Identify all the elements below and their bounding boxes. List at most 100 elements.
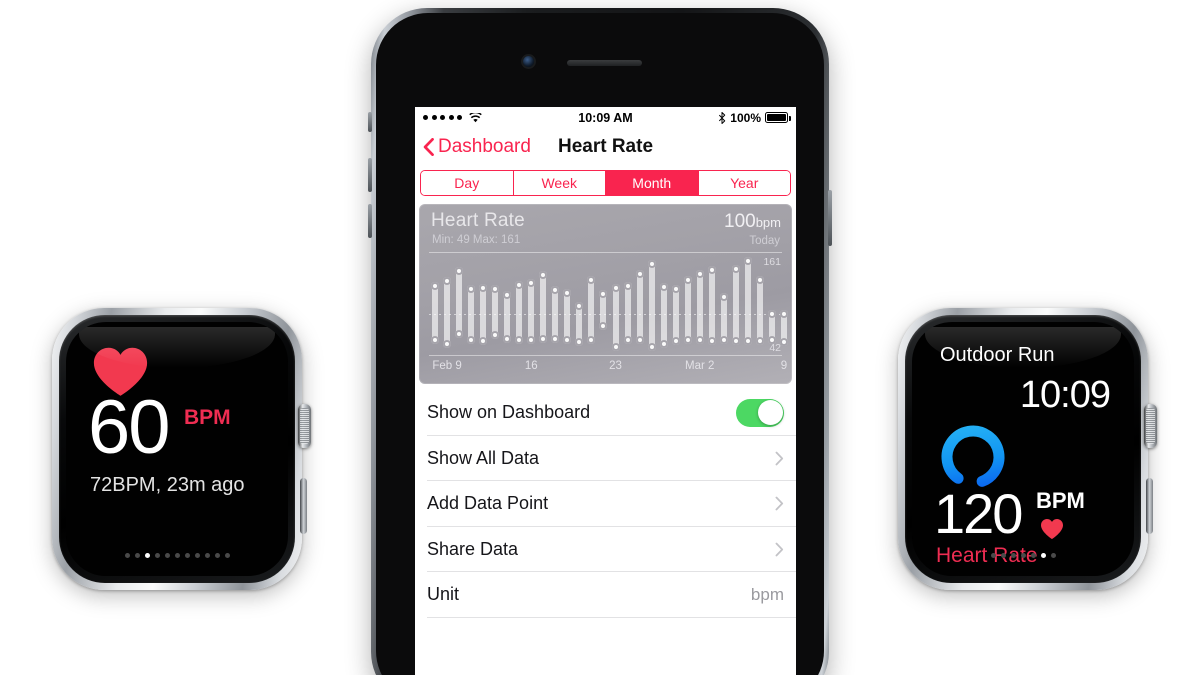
chart-bar	[695, 269, 704, 345]
list-item-label: Unit	[427, 584, 460, 605]
heart-rate-value-left: 60	[88, 385, 171, 470]
chart-bar	[551, 285, 560, 343]
page-dot	[224, 553, 230, 558]
chart-current-value: 100bpm	[724, 211, 781, 233]
list-item[interactable]: Show All Data	[415, 436, 796, 482]
page-dot	[134, 553, 140, 558]
chart-bar	[623, 281, 632, 345]
chart-bar-cap-top	[695, 269, 704, 278]
chart-bar-cap-bottom	[455, 329, 464, 338]
chart-bar	[599, 289, 608, 331]
chart-bar-cap-bottom	[491, 331, 500, 340]
list-item[interactable]: Add Data Point	[415, 481, 796, 527]
chart-x-tick-label: Feb 9	[432, 360, 462, 372]
chart-bar	[731, 264, 740, 346]
chart-bar	[635, 269, 644, 345]
chart-bar-cap-top	[623, 281, 632, 290]
chart-bar-cap-bottom	[767, 336, 776, 345]
list-item-label: Add Data Point	[427, 493, 549, 514]
side-button-left[interactable]	[300, 478, 307, 534]
chart-bar	[575, 301, 584, 346]
volume-up-button[interactable]	[368, 158, 372, 192]
iphone-device: 10:09 AM 100% Dashboard Heart Rate Day W…	[368, 8, 832, 675]
status-bar: 10:09 AM 100%	[415, 107, 796, 128]
chart-bar-cap-top	[743, 257, 752, 266]
chart-bar-cap-top	[479, 284, 488, 293]
watch-screen-right[interactable]: Outdoor Run 10:09 120 BPM Heart Rate	[912, 322, 1134, 576]
chart-bar-cap-bottom	[563, 336, 572, 345]
page-title: Heart Rate	[557, 136, 654, 157]
chart-bar-cap-top	[527, 279, 536, 288]
chart-bar-cap-top	[683, 275, 692, 284]
chart-bar-cap-bottom	[443, 339, 452, 348]
list-item[interactable]: Unit bpm	[415, 572, 796, 618]
list-item-label: Share Data	[427, 538, 519, 559]
chart-bar-cap-top	[467, 284, 476, 293]
heart-rate-value-right: 120	[934, 482, 1023, 545]
chart-bar	[563, 289, 572, 345]
chart-bar	[647, 259, 656, 351]
tab-day[interactable]: Day	[421, 171, 514, 195]
chart-title: Heart Rate	[431, 210, 525, 231]
page-dot	[1010, 553, 1016, 558]
chart-bar-cap-bottom	[659, 339, 668, 348]
mute-switch[interactable]	[368, 112, 372, 132]
chart-bar	[503, 290, 512, 343]
chart-bar-cap-bottom	[551, 334, 560, 343]
chart-bar-cap-top	[575, 301, 584, 310]
chart-bar-cap-top	[707, 265, 716, 274]
chart-bar-cap-top	[551, 285, 560, 294]
chart-bar-cap-top	[635, 269, 644, 278]
chart-bar-cap-bottom	[707, 337, 716, 346]
chart-bar-cap-bottom	[671, 337, 680, 346]
page-dot	[990, 553, 996, 558]
chart-bar-cap-top	[647, 259, 656, 268]
chart-bar-cap-bottom	[467, 336, 476, 345]
heart-icon	[1041, 519, 1063, 539]
digital-crown-left[interactable]	[298, 404, 311, 448]
chart-bar	[431, 281, 440, 344]
chart-bar-cap-bottom	[527, 335, 536, 344]
list-item-label: Show All Data	[427, 447, 540, 468]
chart-bar	[707, 265, 716, 346]
chart-bar	[515, 280, 524, 344]
chart-bar-cap-top	[539, 270, 548, 279]
settings-list: Show on Dashboard Show All Data Add Data P…	[415, 390, 796, 618]
chart-bar	[443, 277, 452, 348]
chart-bar	[671, 284, 680, 346]
front-camera-icon	[523, 56, 534, 67]
volume-down-button[interactable]	[368, 204, 372, 238]
battery-full-icon	[765, 112, 791, 123]
page-dot	[214, 553, 220, 558]
chart-bar	[479, 284, 488, 346]
list-item[interactable]: Share Data	[415, 527, 796, 573]
page-dot	[174, 553, 180, 558]
time-range-segmented-control[interactable]: Day Week Month Year	[420, 170, 791, 196]
digital-crown-right[interactable]	[1144, 404, 1157, 448]
chart-bar	[455, 267, 464, 338]
tab-year[interactable]: Year	[698, 171, 790, 195]
power-button[interactable]	[828, 190, 832, 246]
tab-month[interactable]: Month	[606, 171, 699, 195]
chart-bar-cap-top	[563, 289, 572, 298]
side-button-right[interactable]	[1146, 478, 1153, 534]
chart-bar	[779, 309, 788, 346]
chart-top-rule	[429, 252, 782, 253]
chart-bar-cap-top	[779, 309, 788, 318]
heart-rate-chart-card[interactable]: Heart Rate Min: 49 Max: 161 100bpm Today…	[419, 204, 792, 384]
list-item[interactable]: Show on Dashboard	[415, 390, 796, 436]
page-dot	[164, 553, 170, 558]
chart-bar-cap-bottom	[647, 343, 656, 351]
chart-bar	[743, 257, 752, 346]
chart-bar-cap-bottom	[431, 335, 440, 344]
battery-percent-label: 100%	[730, 110, 761, 125]
phone-screen: 10:09 AM 100% Dashboard Heart Rate Day W…	[415, 107, 796, 675]
chart-bar-cap-top	[503, 290, 512, 299]
tab-week[interactable]: Week	[513, 171, 606, 195]
watch-screen-left[interactable]: 60 BPM 72BPM, 23m ago	[66, 322, 288, 576]
list-item-value: bpm	[750, 584, 784, 604]
chart-x-tick-label: 23	[609, 360, 622, 372]
bluetooth-icon	[719, 111, 726, 124]
page-dot	[1030, 553, 1036, 558]
show-on-dashboard-toggle[interactable]	[736, 398, 784, 427]
